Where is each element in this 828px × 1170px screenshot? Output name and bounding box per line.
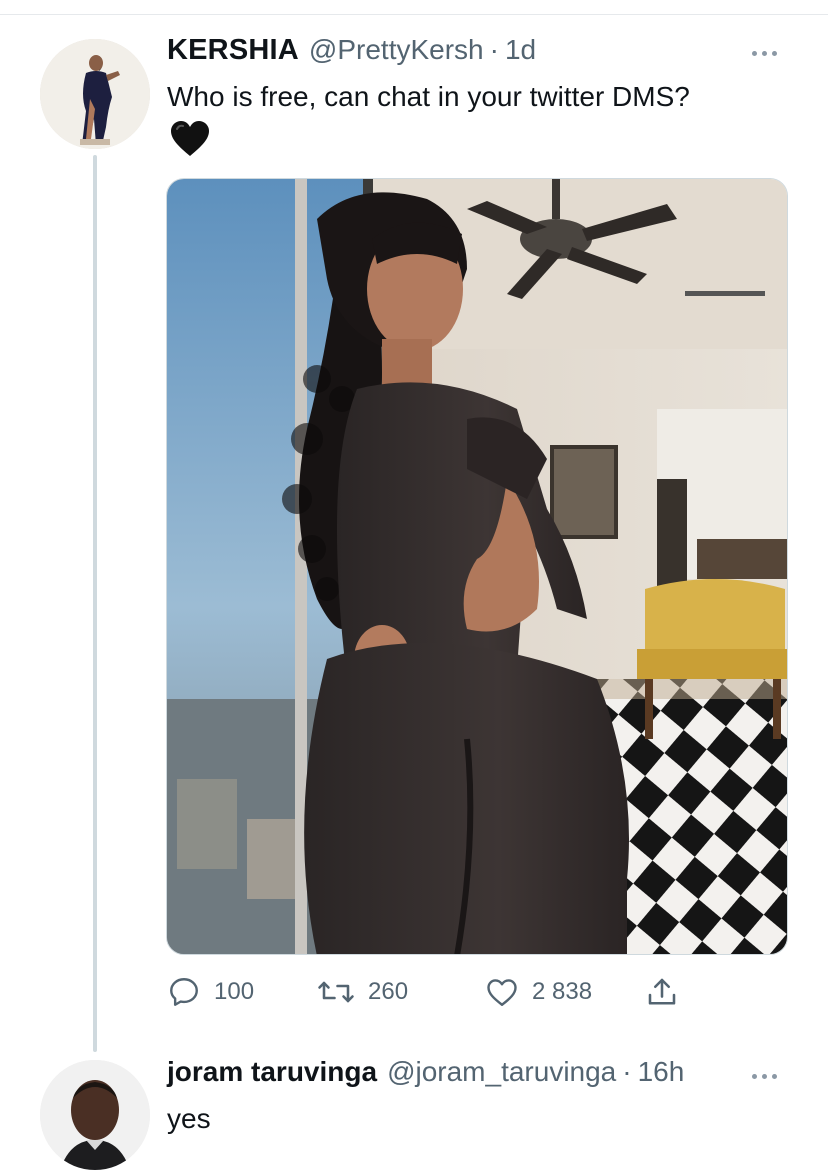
speech-bubble-icon: [170, 978, 198, 1006]
heart-outline-icon: [487, 979, 517, 1006]
retweet-button[interactable]: 260: [316, 970, 408, 1014]
reply-count: 100: [214, 978, 255, 1005]
reply-button[interactable]: 100: [166, 970, 254, 1014]
author-display-name[interactable]: KERSHIA: [167, 34, 299, 67]
reply-header: joram taruvinga @joram_taruvinga · 16h: [167, 1056, 684, 1096]
tweet-header: KERSHIA @PrettyKersh · 1d: [167, 34, 536, 74]
retweet-icon: [318, 981, 354, 1003]
black-heart-icon: [170, 120, 210, 158]
tweet-text: Who is free, can chat in your twitter DM…: [167, 81, 690, 112]
author-avatar[interactable]: [40, 39, 150, 149]
reply-text: yes: [167, 1103, 211, 1134]
header-separator: ·: [489, 34, 499, 65]
like-button[interactable]: 2 838: [484, 970, 592, 1014]
media-photo: [167, 179, 787, 954]
tweet-actions-bar: 100 260 2 838: [166, 970, 726, 1014]
retweet-count: 260: [368, 978, 409, 1005]
reply-author-handle[interactable]: @joram_taruvinga: [387, 1056, 616, 1088]
share-button[interactable]: [644, 970, 680, 1014]
author-handle[interactable]: @PrettyKersh: [309, 34, 484, 66]
tweet-timestamp[interactable]: 1d: [505, 34, 536, 66]
reply-more-dots-icon[interactable]: [752, 1070, 786, 1082]
like-count: 2 838: [532, 978, 593, 1005]
reply-author-display-name[interactable]: joram taruvinga: [167, 1056, 377, 1088]
reply-header-separator: ·: [622, 1056, 632, 1087]
reply-timestamp[interactable]: 16h: [638, 1056, 685, 1088]
share-upload-icon: [648, 978, 676, 1005]
tweet-media-image[interactable]: [166, 178, 788, 955]
thread-connector-line: [93, 155, 97, 1052]
more-dots-icon[interactable]: [752, 47, 786, 59]
reply-author-avatar[interactable]: [40, 1060, 150, 1170]
top-divider: [0, 14, 828, 15]
